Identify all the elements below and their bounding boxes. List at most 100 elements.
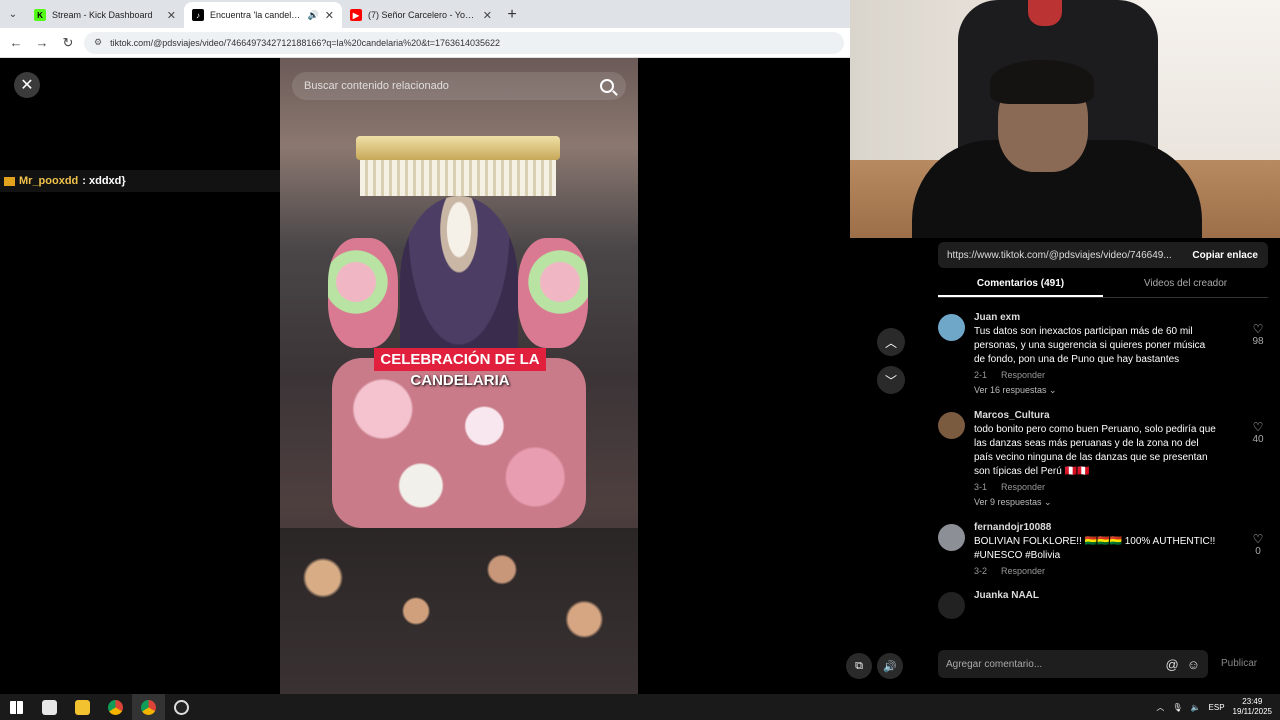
- comment-text: todo bonito pero como buen Peruano, solo…: [974, 424, 1216, 477]
- webcam-overlay: [850, 0, 1280, 238]
- panel-tabs: Comentarios (491) Videos del creador: [938, 274, 1268, 298]
- avatar[interactable]: [938, 592, 965, 619]
- avatar[interactable]: [938, 314, 965, 341]
- avatar[interactable]: [938, 524, 965, 551]
- caption-highlight: CELEBRACIÓN: [380, 351, 491, 368]
- crown-icon: [4, 176, 15, 186]
- emoji-icon[interactable]: ☺: [1187, 657, 1200, 672]
- comment-text: Tus datos son inexactos participan más d…: [974, 326, 1206, 365]
- tiktok-icon: ♪: [192, 9, 204, 21]
- publish-button[interactable]: Publicar: [1221, 658, 1257, 669]
- language-indicator[interactable]: ESP: [1209, 703, 1225, 712]
- tab-creator-videos[interactable]: Videos del creador: [1103, 274, 1268, 297]
- like-control[interactable]: ♡ 0: [1248, 532, 1268, 557]
- comment-text: BOLIVIAN FOLKLORE!! 🇧🇴🇧🇴🇧🇴 100% AUTHENTI…: [974, 536, 1216, 561]
- speaker-icon[interactable]: 🔊: [308, 10, 319, 21]
- browser-tab-bar: ⌄ K Stream - Kick Dashboard ✕ ♪ Encuentr…: [0, 0, 850, 28]
- speaker-icon: 🔊: [883, 660, 897, 673]
- close-tab-icon[interactable]: ✕: [325, 9, 334, 22]
- view-replies-button[interactable]: Ver 9 respuestas ⌄: [974, 497, 1268, 508]
- comment-input[interactable]: Agregar comentario... @ ☺: [938, 650, 1208, 678]
- copy-link-button[interactable]: Copiar enlace: [1182, 250, 1268, 261]
- back-icon[interactable]: ←: [6, 33, 26, 53]
- chevron-up-icon: ︿: [884, 335, 897, 350]
- chrome-icon[interactable]: [99, 694, 132, 720]
- virgin-statue-shape: [400, 196, 518, 364]
- browser-nav-bar: ← → ↻ ⚙ tiktok.com/@pdsviajes/video/7466…: [0, 28, 850, 58]
- comment-username[interactable]: Marcos_Cultura: [974, 410, 1268, 421]
- reply-button[interactable]: Responder: [1001, 482, 1045, 492]
- person-hair-shape: [990, 60, 1094, 104]
- close-tab-icon[interactable]: ✕: [483, 9, 492, 22]
- comment-item: Juanka NAAL: [938, 590, 1268, 619]
- close-tab-icon[interactable]: ✕: [167, 9, 176, 22]
- new-tab-button[interactable]: +: [500, 2, 524, 28]
- reply-button[interactable]: Responder: [1001, 566, 1045, 576]
- caption-line-2: CANDELARIA: [410, 372, 510, 389]
- store-icon[interactable]: [33, 694, 66, 720]
- mention-icon[interactable]: @: [1166, 657, 1179, 672]
- search-placeholder: Buscar contenido relacionado: [304, 80, 449, 92]
- volume-button[interactable]: 🔊: [877, 653, 903, 679]
- previous-video-button[interactable]: ︿: [877, 328, 905, 356]
- canopy-fringe-shape: [360, 160, 556, 196]
- share-link-bar: https://www.tiktok.com/@pdsviajes/video/…: [938, 242, 1268, 268]
- stream-chat-message: Mr_pooxdd : xddxd}: [0, 170, 280, 192]
- tab-title: Encuentra 'la candelaria' en: [210, 10, 302, 20]
- tab-title: Stream - Kick Dashboard: [52, 10, 153, 20]
- comment-username[interactable]: Juan exm: [974, 312, 1268, 323]
- floating-player-button[interactable]: ⧉: [846, 653, 872, 679]
- site-info-icon[interactable]: ⚙: [94, 37, 102, 48]
- address-bar[interactable]: ⚙ tiktok.com/@pdsviajes/video/7466497342…: [84, 31, 844, 54]
- reload-icon[interactable]: ↻: [58, 33, 78, 53]
- related-search-input[interactable]: Buscar contenido relacionado: [292, 72, 626, 100]
- comment-username[interactable]: fernandojr10088: [974, 522, 1268, 533]
- clock-time: 23:49: [1242, 697, 1263, 706]
- comment-placeholder: Agregar comentario...: [946, 658, 1043, 670]
- volume-icon[interactable]: 🔈: [1191, 703, 1201, 712]
- chair-logo-shape: [1028, 0, 1062, 26]
- windows-taskbar: ︿ 🎙 🔈 ESP 23:49 19/11/2025: [0, 694, 1280, 720]
- comment-date: 2-1: [974, 370, 988, 380]
- tab-tiktok[interactable]: ♪ Encuentra 'la candelaria' en 🔊 ✕: [184, 2, 342, 28]
- chrome-active-icon[interactable]: [132, 694, 165, 720]
- chat-username: Mr_pooxdd: [19, 175, 79, 187]
- clock[interactable]: 23:49 19/11/2025: [1233, 697, 1272, 717]
- share-url[interactable]: https://www.tiktok.com/@pdsviajes/video/…: [938, 250, 1182, 261]
- comment-item: Juan exm Tus datos son inexactos partici…: [938, 312, 1268, 396]
- obs-icon[interactable]: [165, 694, 198, 720]
- tab-kick[interactable]: K Stream - Kick Dashboard ✕: [26, 2, 184, 28]
- heart-icon[interactable]: ♡: [1248, 322, 1268, 336]
- canopy-shape: [356, 136, 560, 160]
- close-icon[interactable]: ✕: [14, 72, 40, 98]
- floating-player-icon: ⧉: [855, 659, 863, 672]
- tab-comments[interactable]: Comentarios (491): [938, 274, 1103, 297]
- like-control[interactable]: ♡ 98: [1248, 322, 1268, 347]
- tab-search-menu-icon[interactable]: ⌄: [0, 0, 26, 28]
- heart-icon[interactable]: ♡: [1248, 420, 1268, 434]
- tab-youtube[interactable]: ▶ (7) Señor Carcelero - YouTube ✕: [342, 2, 500, 28]
- kick-icon: K: [34, 9, 46, 21]
- chevron-up-icon[interactable]: ︿: [1156, 702, 1164, 713]
- reply-button[interactable]: Responder: [1001, 370, 1045, 380]
- windows-start-icon[interactable]: [0, 694, 33, 720]
- comment-username[interactable]: Juanka NAAL: [974, 590, 1268, 601]
- next-video-button[interactable]: ﹀: [877, 366, 905, 394]
- avatar[interactable]: [938, 412, 965, 439]
- forward-icon[interactable]: →: [32, 33, 52, 53]
- comment-meta: 3-1 Responder: [974, 482, 1268, 492]
- comment-date: 3-1: [974, 482, 988, 492]
- like-control[interactable]: ♡ 40: [1248, 420, 1268, 445]
- video-player[interactable]: Buscar contenido relacionado CELEBRACIÓN…: [280, 58, 638, 694]
- like-count: 0: [1255, 546, 1261, 557]
- comment-meta: 3-2 Responder: [974, 566, 1268, 576]
- microphone-icon[interactable]: 🎙: [1172, 703, 1182, 712]
- comment-list[interactable]: Juan exm Tus datos son inexactos partici…: [938, 312, 1268, 636]
- heart-icon[interactable]: ♡: [1248, 532, 1268, 546]
- view-replies-button[interactable]: Ver 16 respuestas ⌄: [974, 385, 1268, 396]
- video-caption: CELEBRACIÓN DE LA CANDELARIA: [368, 348, 552, 389]
- file-explorer-icon[interactable]: [66, 694, 99, 720]
- search-icon[interactable]: [600, 79, 614, 93]
- comment-item: fernandojr10088 BOLIVIAN FOLKLORE!! 🇧🇴🇧🇴…: [938, 522, 1268, 576]
- comment-meta: 2-1 Responder: [974, 370, 1268, 380]
